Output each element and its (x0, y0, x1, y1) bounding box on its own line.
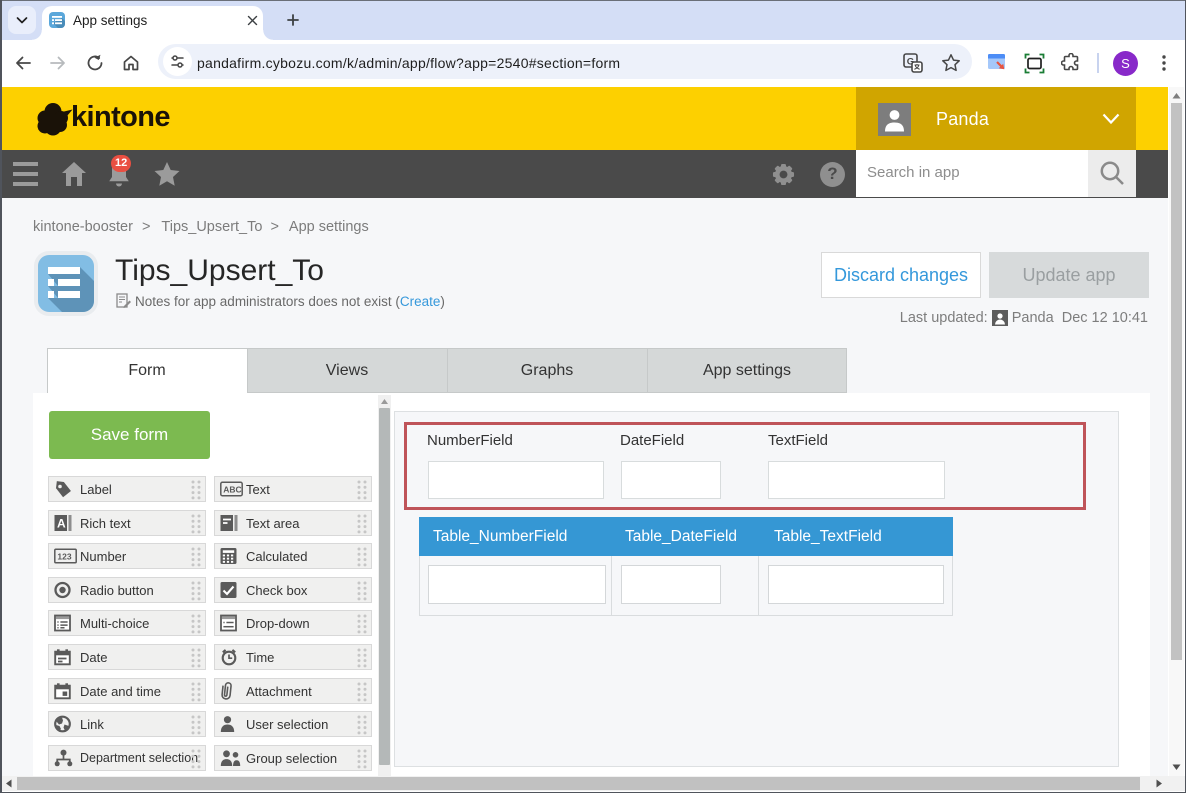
svg-text:123: 123 (57, 551, 71, 561)
svg-text:ABC: ABC (223, 484, 241, 494)
svg-text:A: A (57, 516, 66, 530)
